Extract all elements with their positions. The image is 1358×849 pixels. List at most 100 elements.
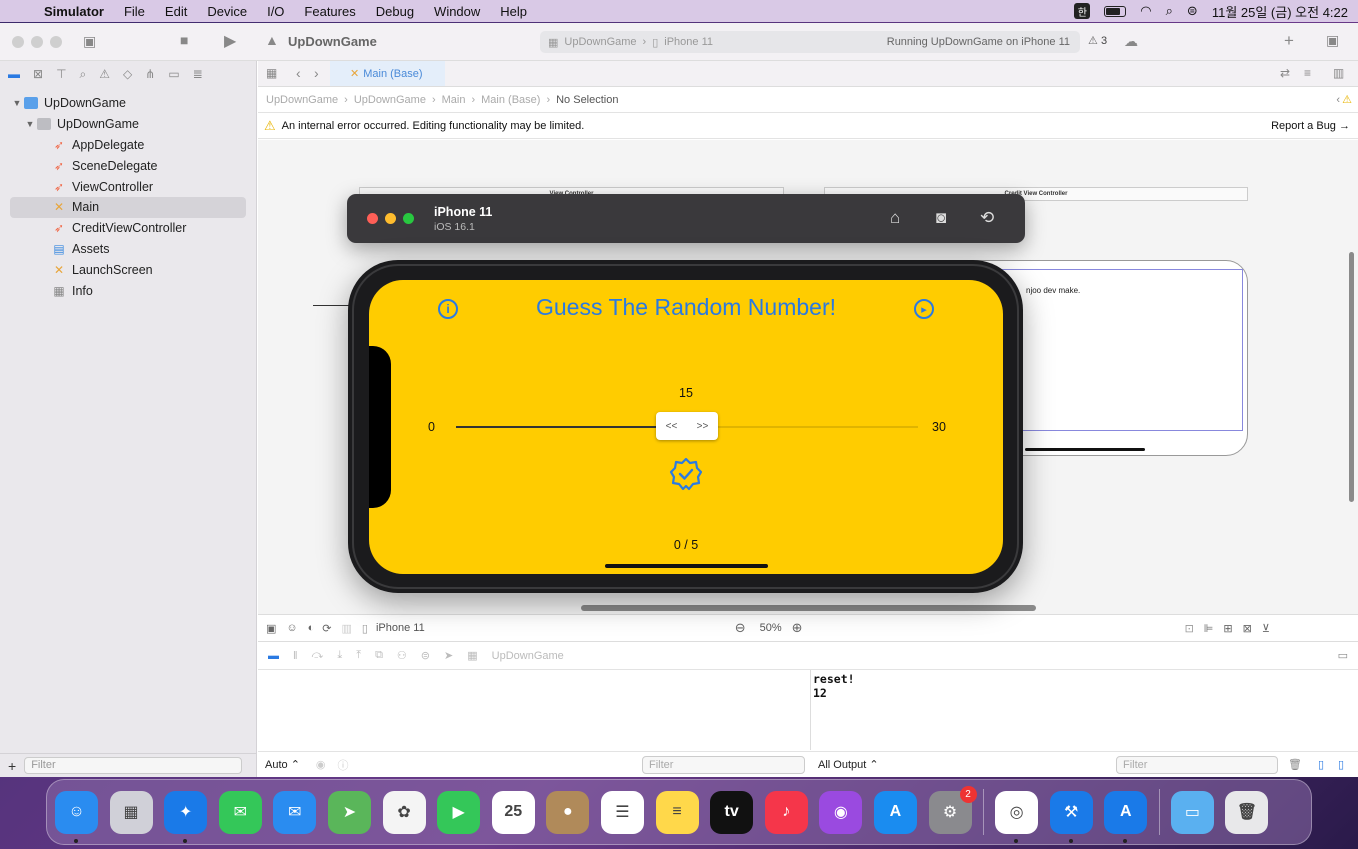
run-icon[interactable]: ▶ — [224, 31, 236, 51]
activity-view[interactable]: ▦ UpDownGame › ▯ iPhone 11 Running UpDow… — [540, 31, 1080, 53]
menu-help[interactable]: Help — [490, 4, 537, 19]
add-editor-icon[interactable]: ▥ — [1333, 66, 1344, 80]
simulator-zoom-button[interactable] — [403, 213, 414, 224]
stop-icon[interactable]: ■ — [180, 32, 188, 48]
environment-icon[interactable]: ⊜ — [421, 649, 430, 662]
home-icon[interactable]: ⌂ — [890, 208, 900, 228]
wifi-icon[interactable]: ◠ — [1140, 3, 1151, 19]
file-viewcontroller[interactable]: ➶ ViewController — [0, 176, 256, 197]
mail-icon[interactable]: ✉ — [273, 790, 317, 834]
zoom-out-icon[interactable]: ⊖ — [735, 620, 746, 636]
xcode-icon[interactable]: ⚒ — [1049, 790, 1093, 843]
tree-project[interactable]: ▼ UpDownGame — [0, 93, 256, 114]
file-info[interactable]: ▦ Info — [0, 280, 256, 301]
horizontal-scrollbar[interactable] — [581, 605, 1036, 611]
chrome-icon[interactable]: ◎ — [995, 790, 1039, 843]
calendar-icon[interactable]: 25 — [491, 790, 535, 834]
document-outline-icon[interactable]: ▣ — [266, 622, 276, 635]
navigator-toggle-icon[interactable]: ▣ — [83, 33, 96, 50]
close-button[interactable] — [12, 36, 24, 48]
console-filter-input[interactable]: Filter — [1116, 756, 1278, 774]
inspector-toggle-icon[interactable]: ▣ — [1326, 32, 1339, 49]
segue-line[interactable] — [313, 305, 353, 306]
launchpad-icon[interactable]: ▦ — [109, 790, 153, 834]
embed-icon[interactable]: ⊻ — [1262, 622, 1270, 635]
report-icon[interactable]: ≣ — [193, 67, 203, 81]
breakpoint-icon[interactable]: ▭ — [168, 67, 179, 81]
trash-icon[interactable]: 🗑 — [1288, 758, 1302, 771]
grid-icon[interactable]: ▦ — [266, 66, 277, 80]
info-icon[interactable]: ⓘ — [338, 757, 349, 773]
orientation-icon[interactable]: ⟳ — [322, 622, 331, 635]
folder-icon[interactable]: ▬ — [8, 67, 20, 81]
forward-icon[interactable]: › — [314, 65, 319, 81]
show-variables-icon[interactable]: ▯ — [1318, 758, 1324, 771]
file-creditviewcontroller[interactable]: ➶ CreditViewController — [0, 218, 256, 239]
refresh-icon[interactable]: ⇄ — [1280, 66, 1290, 80]
hide-debug-area-icon[interactable]: ▬ — [268, 650, 279, 662]
menu-app-name[interactable]: Simulator — [34, 4, 114, 19]
simulator-close-button[interactable] — [367, 213, 378, 224]
check-badge-icon[interactable] — [669, 457, 703, 491]
file-main[interactable]: ✕ Main — [10, 196, 246, 218]
reminders-icon[interactable]: ☰ — [600, 790, 644, 834]
jump-file[interactable]: Main — [442, 94, 466, 106]
jump-selection[interactable]: No Selection — [556, 94, 618, 106]
maps-icon[interactable]: ➤ — [327, 790, 371, 834]
add-icon[interactable]: + — [1284, 31, 1294, 51]
step-out-icon[interactable]: ⤒ — [356, 649, 361, 662]
battery-icon[interactable] — [1104, 5, 1127, 17]
facetime-icon[interactable]: ▶ — [437, 790, 481, 834]
menu-device[interactable]: Device — [197, 4, 257, 19]
cloud-icon[interactable]: ☁ — [1124, 33, 1138, 50]
trash-icon[interactable]: 🗑 — [1225, 790, 1269, 834]
device-configuration[interactable]: iPhone 11 — [376, 622, 425, 634]
downloads-folder-icon[interactable]: ▭ — [1170, 790, 1214, 834]
variables-scope-select[interactable]: Auto ⌃ — [265, 758, 300, 771]
navigator-filter-input[interactable]: Filter — [24, 757, 243, 774]
rotate-icon[interactable]: ⟲ — [980, 208, 994, 228]
menu-edit[interactable]: Edit — [155, 4, 197, 19]
messages-icon[interactable]: ✉ — [218, 790, 262, 834]
file-launchscreen[interactable]: ✕ LaunchScreen — [0, 259, 256, 280]
appstore-icon[interactable]: A — [873, 790, 917, 834]
symbol-icon[interactable]: ⊤ — [56, 67, 66, 81]
slider-thumb[interactable]: << >> — [656, 412, 718, 440]
contacts-icon[interactable]: ● — [546, 790, 590, 834]
jump-variant[interactable]: Main (Base) — [481, 94, 540, 106]
system-settings-icon[interactable]: ⚙ 2 — [928, 785, 977, 834]
update-frames-icon[interactable]: ⊡ — [1185, 622, 1194, 635]
split-console-icon[interactable]: ▭ — [1338, 649, 1348, 662]
accessibility-icon[interactable]: ☺ — [286, 622, 297, 634]
screenshot-icon[interactable]: ◙ — [936, 208, 946, 228]
align-icon[interactable]: ⊫ — [1204, 622, 1214, 635]
finder-icon[interactable]: ☺ — [55, 790, 98, 843]
console-output[interactable]: reset! 12 — [810, 670, 1358, 750]
editor-options-icon[interactable]: ≡ — [1304, 66, 1311, 80]
step-into-icon[interactable]: ⤓ — [337, 649, 342, 662]
clock[interactable]: 11월 25일 (금) 오전 4:22 — [1212, 2, 1348, 21]
chevron-down-icon[interactable]: ▼ — [10, 98, 24, 108]
memory-graph-icon[interactable]: ⚇ — [397, 649, 407, 662]
reset-icon[interactable]: ▸ — [914, 299, 934, 319]
control-center-icon[interactable]: ⊜ — [1187, 3, 1198, 19]
photos-icon[interactable]: ✿ — [382, 790, 426, 834]
menu-debug[interactable]: Debug — [366, 4, 424, 19]
warning-count[interactable]: 3 — [1101, 35, 1107, 47]
show-console-icon[interactable]: ▯ — [1338, 758, 1344, 771]
run-destination[interactable]: iPhone 11 — [664, 36, 713, 48]
jump-group[interactable]: UpDownGame — [354, 94, 426, 106]
back-icon[interactable]: ‹ — [296, 65, 301, 81]
test-icon[interactable]: ◇ — [123, 67, 132, 81]
app-screen[interactable]: i Guess The Random Number! ▸ 15 0 << >> … — [369, 280, 1003, 574]
jump-project[interactable]: UpDownGame — [266, 94, 338, 106]
menu-features[interactable]: Features — [294, 4, 365, 19]
safari-icon[interactable]: ✦ — [164, 790, 208, 843]
eye-icon[interactable]: ◉ — [316, 758, 326, 771]
music-icon[interactable]: ♪ — [764, 790, 808, 834]
pause-icon[interactable]: ‖ — [293, 650, 298, 662]
file-scenedelegate[interactable]: ➶ SceneDelegate — [0, 155, 256, 176]
appletv-icon[interactable]: tv — [710, 790, 754, 834]
chevron-left-icon[interactable]: ‹ — [1336, 94, 1340, 106]
variables-filter-input[interactable]: Filter — [642, 756, 805, 774]
